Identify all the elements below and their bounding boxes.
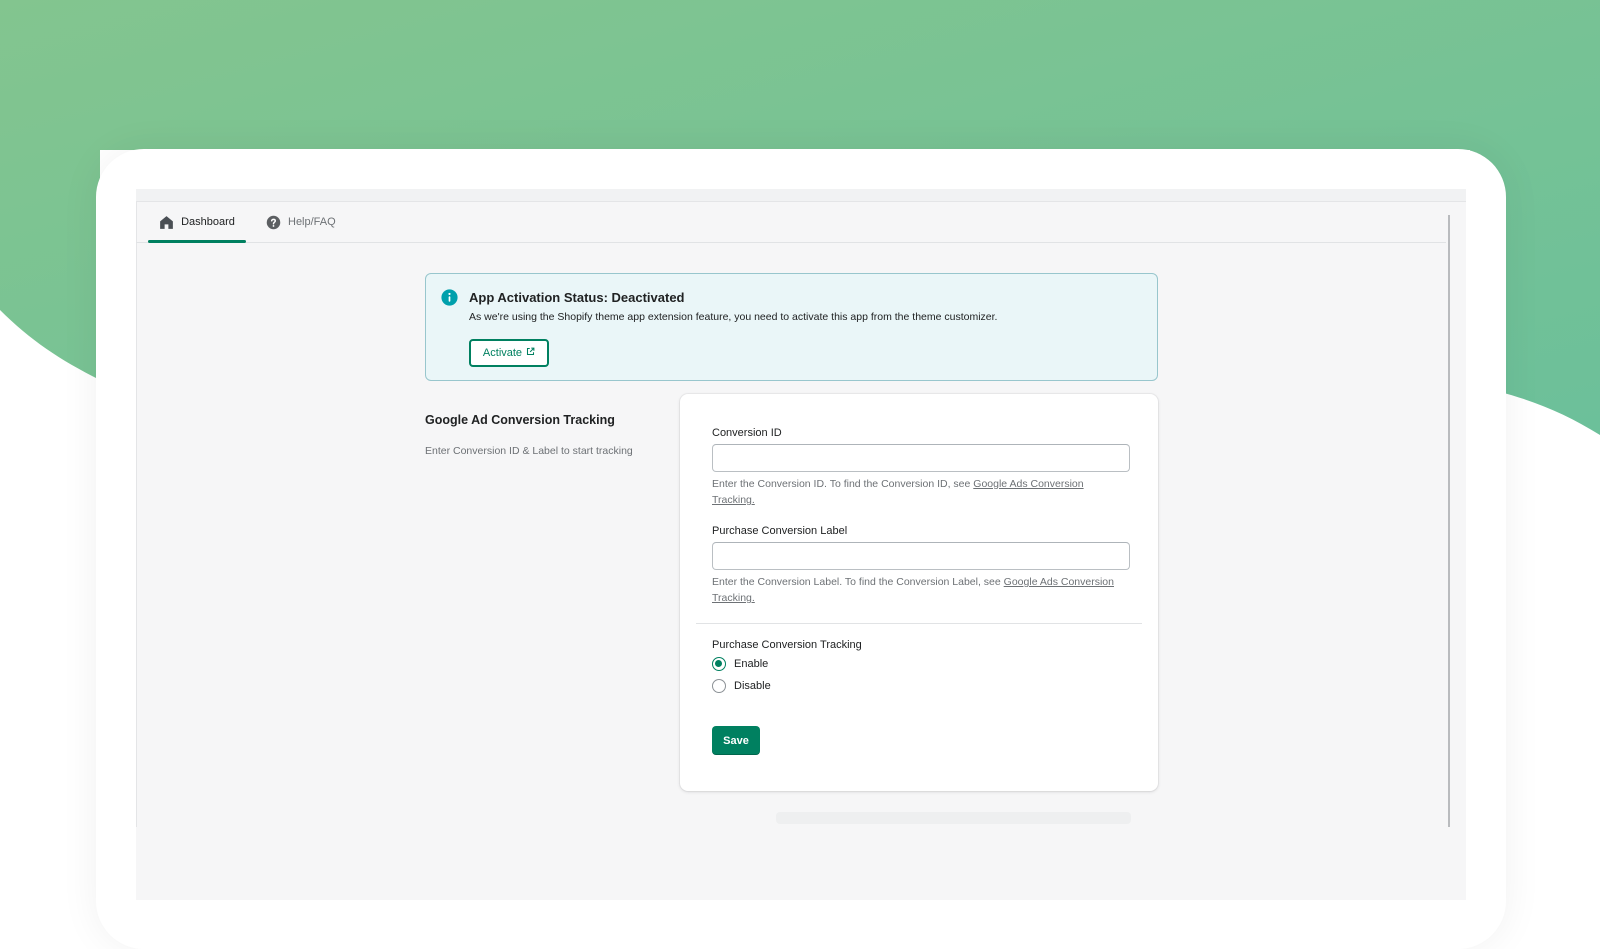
tab-dashboard-label: Dashboard [181,216,235,228]
radio-enable-label: Enable [734,658,769,670]
conversion-id-help: Enter the Conversion ID. To find the Con… [712,476,1124,508]
tab-bar: Dashboard Help/FAQ [136,202,1446,243]
divider [696,623,1142,624]
banner-text: As we're using the Shopify theme app ext… [469,311,998,323]
purchase-label-label: Purchase Conversion Label [712,525,848,537]
conversion-id-label: Conversion ID [712,427,782,439]
activate-button-label: Activate [482,347,523,359]
banner-title: App Activation Status: Deactivated [469,290,685,305]
screen-left-edge [136,201,137,827]
screen-top-strip [136,189,1466,202]
external-link-icon [526,347,535,359]
faded-footer-bar [776,812,1131,824]
app-screen: Dashboard Help/FAQ App Activation Status… [136,189,1466,900]
purchase-label-help-text: Enter the Conversion Label. To find the … [712,576,1001,588]
tracking-settings-card: Conversion ID Enter the Conversion ID. T… [680,394,1158,791]
home-icon [159,215,174,230]
tab-dashboard[interactable]: Dashboard [148,202,246,243]
radio-enable[interactable]: Enable [712,657,768,671]
info-icon [441,289,458,306]
scrollbar[interactable] [1448,215,1450,827]
question-circle-icon [266,215,281,230]
conversion-id-help-text: Enter the Conversion ID. To find the Con… [712,478,971,490]
purchase-conversion-label-input[interactable] [712,542,1130,570]
radio-disable-control[interactable] [712,679,726,693]
tracking-label: Purchase Conversion Tracking [712,639,862,651]
section-title: Google Ad Conversion Tracking [425,413,615,427]
activate-button[interactable]: Activate [469,339,549,367]
tab-help-label: Help/FAQ [288,216,336,228]
activation-status-banner: App Activation Status: Deactivated As we… [425,273,1158,381]
radio-disable-label: Disable [734,680,771,692]
radio-disable[interactable]: Disable [712,679,771,693]
purchase-label-help: Enter the Conversion Label. To find the … [712,574,1124,606]
save-button[interactable]: Save [712,726,760,755]
conversion-id-input[interactable] [712,444,1130,472]
tab-help-faq[interactable]: Help/FAQ [266,202,336,242]
section-description: Enter Conversion ID & Label to start tra… [425,445,633,457]
radio-enable-control[interactable] [712,657,726,671]
